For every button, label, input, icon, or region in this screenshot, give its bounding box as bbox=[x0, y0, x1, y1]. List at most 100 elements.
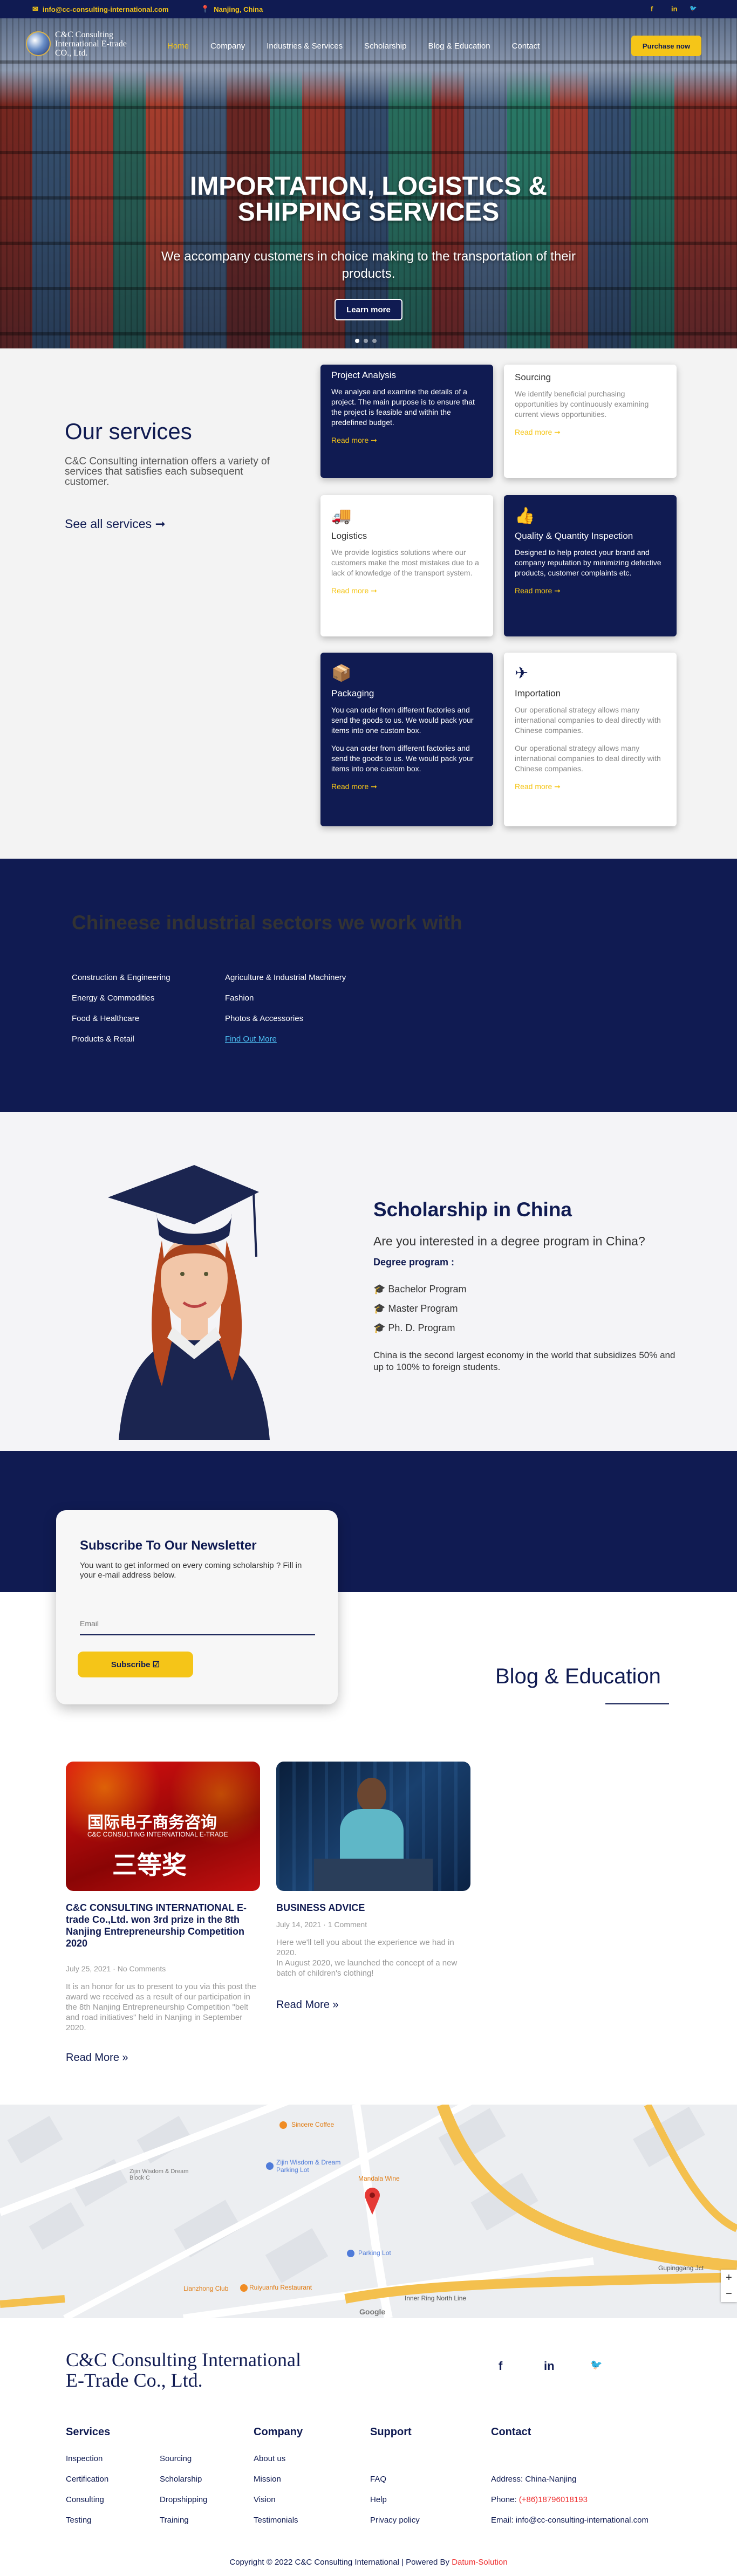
powered-by-link[interactable]: Datum-Solution bbox=[452, 2558, 507, 2567]
service-card-quality-inspection[interactable]: 👍 Quality & Quantity Inspection Designed… bbox=[504, 495, 677, 636]
footer-link[interactable]: Training bbox=[160, 2516, 189, 2525]
facebook-icon[interactable]: f bbox=[651, 5, 653, 13]
footer-address: Address: China-Nanjing bbox=[491, 2475, 577, 2484]
read-more-link[interactable]: Read more ➞ bbox=[331, 782, 482, 792]
nav-scholarship[interactable]: Scholarship bbox=[364, 42, 406, 51]
degree-program-label: Degree program : bbox=[373, 1257, 455, 1268]
facebook-icon[interactable]: f bbox=[499, 2359, 502, 2373]
footer-link[interactable]: Privacy policy bbox=[370, 2516, 420, 2525]
nav-company[interactable]: Company bbox=[210, 42, 245, 51]
footer-email[interactable]: Email: info@cc-consulting-international.… bbox=[491, 2516, 649, 2525]
slider-dot[interactable] bbox=[355, 339, 359, 343]
topbar-email[interactable]: ✉ info@cc-consulting-international.com bbox=[32, 5, 169, 13]
read-more-link[interactable]: Read more ➞ bbox=[515, 427, 666, 437]
program-item[interactable]: 🎓 Master Program bbox=[373, 1303, 458, 1314]
sector-item[interactable]: Energy & Commodities bbox=[72, 994, 154, 1003]
see-all-services-link[interactable]: See all services ➞ bbox=[65, 517, 166, 531]
post-title[interactable]: C&C CONSULTING INTERNATIONAL E-trade Co.… bbox=[66, 1902, 260, 1949]
nav-contact[interactable]: Contact bbox=[512, 42, 540, 51]
post-date: July 25, 2021 bbox=[66, 1964, 111, 1973]
read-more-link[interactable]: Read more ➞ bbox=[515, 586, 666, 596]
site-logo[interactable]: C&C Consulting International E-trade CO.… bbox=[26, 25, 150, 63]
service-card-project-analysis[interactable]: Project Analysis We analyse and examine … bbox=[320, 365, 493, 478]
brand-name-line3: CO., Ltd. bbox=[55, 48, 88, 58]
post-comments[interactable]: No Comments bbox=[118, 1964, 166, 1973]
graduation-cap-icon: 🎓 bbox=[373, 1284, 388, 1294]
map-label[interactable]: Ruiyuanfu Restaurant bbox=[249, 2284, 319, 2291]
map-label[interactable]: Zijin Wisdom & Dream Parking Lot bbox=[276, 2159, 341, 2174]
footer-link[interactable]: Help bbox=[370, 2495, 387, 2504]
hero-subtitle: We accompany customers in choice making … bbox=[108, 248, 629, 283]
nav-blog-education[interactable]: Blog & Education bbox=[428, 42, 490, 51]
twitter-icon[interactable]: 🐦 bbox=[690, 5, 697, 12]
slider-dot[interactable] bbox=[372, 339, 377, 343]
service-card-sourcing[interactable]: Sourcing We identify beneficial purchasi… bbox=[504, 365, 677, 478]
twitter-icon[interactable]: 🐦 bbox=[590, 2359, 602, 2371]
sector-item[interactable]: Photos & Accessories bbox=[225, 1014, 303, 1023]
sector-item[interactable]: Products & Retail bbox=[72, 1034, 134, 1044]
topbar-email-text[interactable]: info@cc-consulting-international.com bbox=[43, 5, 169, 13]
newsletter-email-input[interactable] bbox=[80, 1613, 315, 1635]
footer-link[interactable]: Testimonials bbox=[254, 2516, 298, 2525]
footer-link[interactable]: Testing bbox=[66, 2516, 92, 2525]
slider-dot[interactable] bbox=[364, 339, 368, 343]
subscribe-button[interactable]: Subscribe ☑ bbox=[78, 1652, 193, 1677]
footer-link[interactable]: About us bbox=[254, 2454, 285, 2463]
post-comments[interactable]: 1 Comment bbox=[328, 1920, 367, 1929]
footer-link[interactable]: Scholarship bbox=[160, 2475, 202, 2484]
service-card-importation[interactable]: ✈ Importation Our operational strategy a… bbox=[504, 653, 677, 826]
nav-home[interactable]: Home bbox=[167, 42, 189, 51]
program-item[interactable]: 🎓 Ph. D. Program bbox=[373, 1323, 455, 1334]
read-more-link[interactable]: Read More » bbox=[276, 1999, 339, 2011]
post-image-business-advice[interactable] bbox=[276, 1762, 470, 1891]
plane-icon: ✈ bbox=[515, 664, 529, 682]
sector-item[interactable]: Agriculture & Industrial Machinery bbox=[225, 973, 346, 982]
topbar-location-text: Nanjing, China bbox=[214, 5, 263, 13]
map-canvas[interactable] bbox=[0, 2105, 737, 2318]
sector-item[interactable]: Construction & Engineering bbox=[72, 973, 170, 982]
service-card-title: Project Analysis bbox=[331, 370, 396, 380]
footer-phone[interactable]: Phone: (+86)18796018193 bbox=[491, 2495, 588, 2504]
post-title[interactable]: BUSINESS ADVICE bbox=[276, 1902, 470, 1914]
footer-link[interactable]: Mission bbox=[254, 2475, 281, 2484]
purchase-now-button[interactable]: Purchase now bbox=[631, 36, 701, 56]
find-out-more-link[interactable]: Find Out More bbox=[225, 1034, 277, 1044]
footer-company-title: Company bbox=[254, 2426, 303, 2438]
read-more-link[interactable]: Read more ➞ bbox=[331, 586, 482, 596]
read-more-link[interactable]: Read More » bbox=[66, 2052, 128, 2064]
service-card-packaging[interactable]: 📦 Packaging You can order from different… bbox=[320, 653, 493, 826]
newsletter-text: You want to get informed on every coming… bbox=[80, 1561, 302, 1580]
map-label[interactable]: Mandala Wine bbox=[358, 2175, 400, 2182]
location-map[interactable]: Sincere Coffee Zijin Wisdom & Dream Park… bbox=[0, 2105, 737, 2318]
linkedin-icon[interactable]: in bbox=[671, 5, 678, 13]
service-card-text: Our operational strategy allows many int… bbox=[515, 744, 661, 773]
footer-link[interactable]: Certification bbox=[66, 2475, 108, 2484]
zoom-in-button[interactable]: + bbox=[721, 2270, 737, 2286]
map-label[interactable]: Parking Lot bbox=[358, 2249, 391, 2257]
service-card-logistics[interactable]: 🚚 Logistics We provide logistics solutio… bbox=[320, 495, 493, 636]
post-image-award[interactable]: 国际电子商务咨询 C&C CONSULTING INTERNATIONAL E-… bbox=[66, 1762, 260, 1891]
sector-item[interactable]: Fashion bbox=[225, 994, 254, 1003]
footer-link[interactable]: Dropshipping bbox=[160, 2495, 207, 2504]
zoom-out-button[interactable]: − bbox=[721, 2286, 737, 2302]
footer-link[interactable]: FAQ bbox=[370, 2475, 386, 2484]
map-zoom-controls: + − bbox=[721, 2270, 737, 2302]
footer-link[interactable]: Inspection bbox=[66, 2454, 103, 2463]
service-card-title: Packaging bbox=[331, 688, 374, 698]
nav-industries-services[interactable]: Industries & Services bbox=[267, 42, 343, 51]
footer-brand-line1: C&C Consulting International bbox=[66, 2349, 301, 2371]
footer-link[interactable]: Sourcing bbox=[160, 2454, 192, 2463]
sector-item[interactable]: Food & Healthcare bbox=[72, 1014, 139, 1023]
program-item[interactable]: 🎓 Bachelor Program bbox=[373, 1284, 467, 1295]
read-more-link[interactable]: Read more ➞ bbox=[331, 435, 482, 446]
footer-link[interactable]: Vision bbox=[254, 2495, 276, 2504]
footer-phone-number[interactable]: (+86)18796018193 bbox=[519, 2495, 588, 2504]
learn-more-button[interactable]: Learn more bbox=[335, 299, 402, 320]
footer-brand[interactable]: C&C Consulting International E-Trade Co.… bbox=[66, 2349, 301, 2390]
map-label[interactable]: Sincere Coffee bbox=[291, 2121, 334, 2128]
map-label[interactable]: Lianzhong Club bbox=[183, 2285, 228, 2292]
read-more-link[interactable]: Read more ➞ bbox=[515, 782, 666, 792]
footer-link[interactable]: Consulting bbox=[66, 2495, 104, 2504]
service-card-title: Quality & Quantity Inspection bbox=[515, 531, 633, 541]
linkedin-icon[interactable]: in bbox=[544, 2359, 555, 2373]
